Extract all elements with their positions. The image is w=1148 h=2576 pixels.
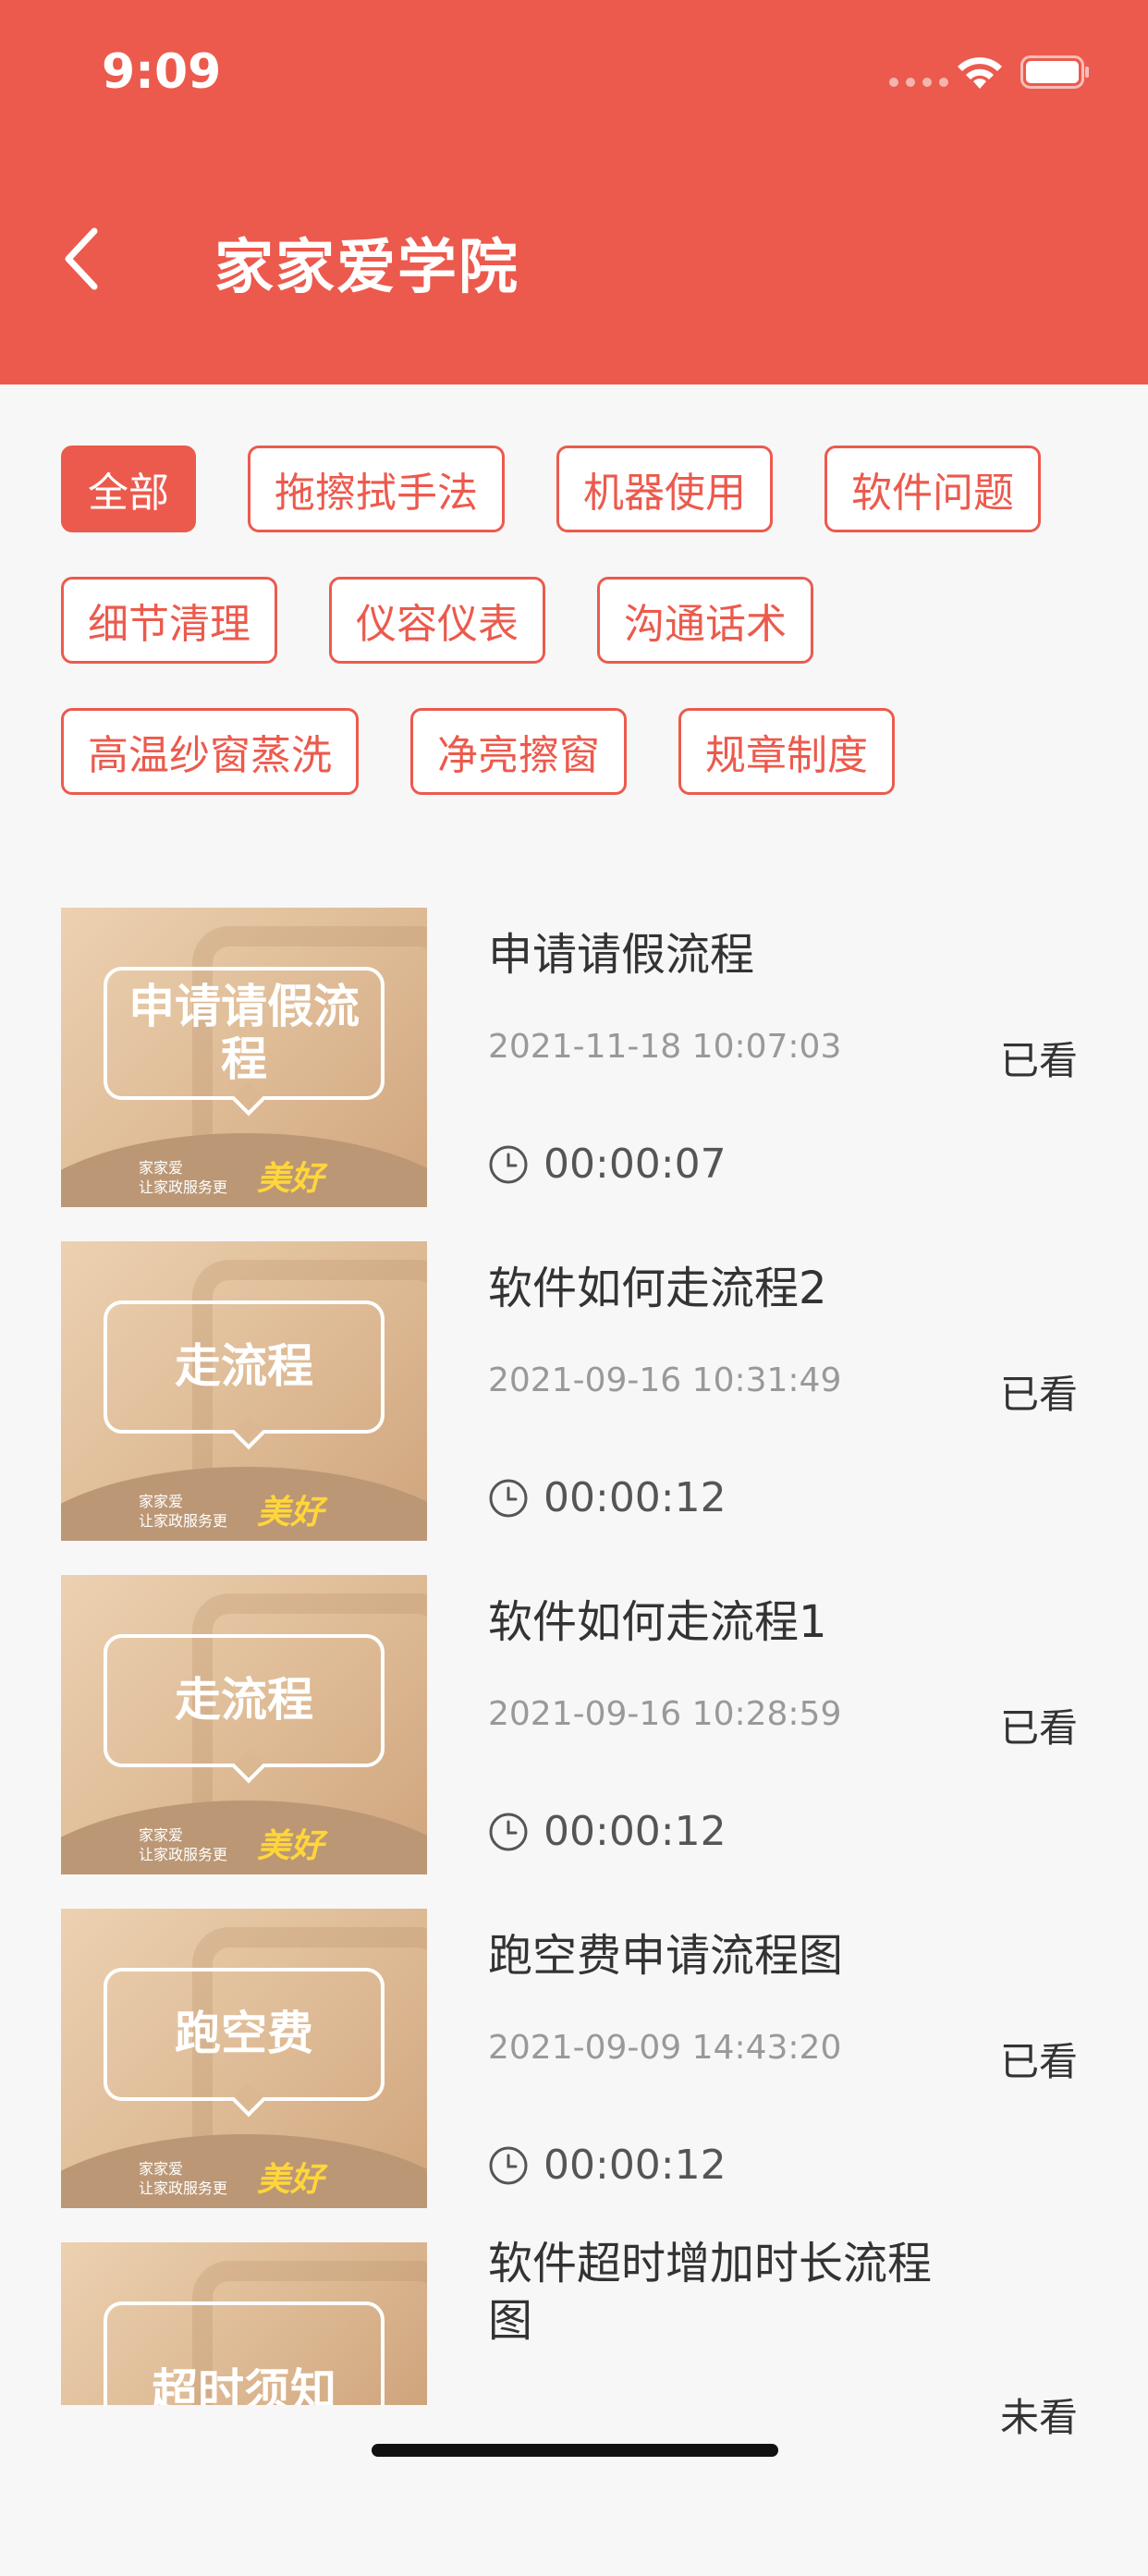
- wifi-icon: [958, 57, 1002, 89]
- video-date: 2021-09-09 14:43:20: [488, 2029, 842, 2067]
- tag-detail-cleaning[interactable]: 细节清理: [61, 577, 277, 664]
- brand-logo: 美好: [257, 2161, 324, 2199]
- tag-communication[interactable]: 沟通话术: [597, 577, 813, 664]
- battery-icon: [1020, 55, 1089, 89]
- video-duration: 00:00:12: [488, 1474, 727, 1521]
- watch-status: 已看: [1000, 1038, 1079, 1083]
- tag-software-issues[interactable]: 软件问题: [824, 446, 1041, 532]
- video-duration: 00:00:12: [488, 1808, 727, 1855]
- back-arrow-icon[interactable]: [59, 224, 105, 294]
- video-title: 软件如何走流程1: [488, 1596, 827, 1648]
- duration-text: 00:00:12: [543, 1808, 727, 1855]
- home-indicator[interactable]: [372, 2444, 778, 2457]
- list-item[interactable]: 跑空费 家家爱 让家政服务更 美好 跑空费申请流程图 2021-09-09 14:…: [0, 1909, 1148, 2242]
- tag-regulations[interactable]: 规章制度: [678, 708, 895, 795]
- video-date: 2021-09-16 10:28:59: [488, 1695, 842, 1733]
- clock-icon: [489, 2146, 528, 2184]
- app-header: 9:09 家家爱学院: [0, 0, 1148, 385]
- tag-appearance[interactable]: 仪容仪表: [329, 577, 545, 664]
- list-item[interactable]: 超时须知 软件超时增加时长流程图 未看: [0, 2238, 1148, 2576]
- video-thumbnail[interactable]: 走流程 家家爱 让家政服务更 美好: [61, 1575, 427, 1874]
- video-title: 软件如何走流程2: [488, 1263, 827, 1314]
- cellular-signal-icon: [889, 78, 948, 87]
- list-item[interactable]: 走流程 家家爱 让家政服务更 美好 软件如何走流程1 2021-09-16 10:…: [0, 1575, 1148, 1909]
- thumbnail-caption: 超时须知: [104, 2301, 385, 2405]
- brand-tagline: 家家爱 让家政服务更: [139, 1159, 228, 1197]
- list-item[interactable]: 申请请假流程 家家爱 让家政服务更 美好 申请请假流程 2021-11-18 10…: [0, 908, 1148, 1241]
- thumbnail-caption: 跑空费: [104, 1968, 385, 2101]
- tag-machine-usage[interactable]: 机器使用: [556, 446, 773, 532]
- video-duration: 00:00:07: [488, 1141, 727, 1188]
- video-thumbnail[interactable]: 超时须知: [61, 2242, 427, 2405]
- thumbnail-caption: 走流程: [104, 1634, 385, 1767]
- clock-icon: [489, 1813, 528, 1850]
- tag-screen-steam-wash[interactable]: 高温纱窗蒸洗: [61, 708, 359, 795]
- watch-status: 已看: [1000, 1372, 1079, 1417]
- video-list: 申请请假流程 家家爱 让家政服务更 美好 申请请假流程 2021-11-18 10…: [0, 908, 1148, 2576]
- page-title: 家家爱学院: [214, 234, 519, 302]
- tag-all[interactable]: 全部: [61, 446, 196, 532]
- watch-status: 已看: [1000, 2039, 1079, 2084]
- video-date: 2021-09-16 10:31:49: [488, 1361, 842, 1399]
- video-date: 2021-11-18 10:07:03: [488, 1028, 842, 1066]
- duration-text: 00:00:12: [543, 2142, 727, 2189]
- thumbnail-caption: 申请请假流程: [104, 967, 385, 1100]
- category-tags: 全部 拖擦拭手法 机器使用 软件问题 细节清理 仪容仪表 沟通话术 高温纱窗蒸洗…: [61, 446, 1096, 839]
- brand-tagline: 家家爱 让家政服务更: [139, 1826, 228, 1864]
- brand-logo: 美好: [257, 1494, 324, 1532]
- video-thumbnail[interactable]: 跑空费 家家爱 让家政服务更 美好: [61, 1909, 427, 2208]
- video-title: 跑空费申请流程图: [488, 1930, 844, 1982]
- duration-text: 00:00:12: [543, 1474, 727, 1521]
- video-thumbnail[interactable]: 走流程 家家爱 让家政服务更 美好: [61, 1241, 427, 1541]
- brand-logo: 美好: [257, 1160, 324, 1198]
- video-duration: 00:00:12: [488, 2142, 727, 2189]
- brand-tagline: 家家爱 让家政服务更: [139, 2160, 228, 2198]
- duration-text: 00:00:07: [543, 1141, 727, 1188]
- watch-status: 未看: [1000, 2395, 1079, 2440]
- tag-window-cleaning[interactable]: 净亮擦窗: [410, 708, 627, 795]
- list-item[interactable]: 走流程 家家爱 让家政服务更 美好 软件如何走流程2 2021-09-16 10:…: [0, 1241, 1148, 1575]
- clock-icon: [489, 1145, 528, 1183]
- watch-status: 已看: [1000, 1705, 1079, 1751]
- tag-mopping-technique[interactable]: 拖擦拭手法: [248, 446, 505, 532]
- status-time: 9:09: [102, 44, 222, 100]
- video-title: 申请请假流程: [488, 929, 755, 981]
- video-title: 软件超时增加时长流程图: [488, 2238, 933, 2348]
- video-thumbnail[interactable]: 申请请假流程 家家爱 让家政服务更 美好: [61, 908, 427, 1207]
- brand-logo: 美好: [257, 1827, 324, 1865]
- clock-icon: [489, 1479, 528, 1517]
- brand-tagline: 家家爱 让家政服务更: [139, 1493, 228, 1531]
- thumbnail-caption: 走流程: [104, 1300, 385, 1434]
